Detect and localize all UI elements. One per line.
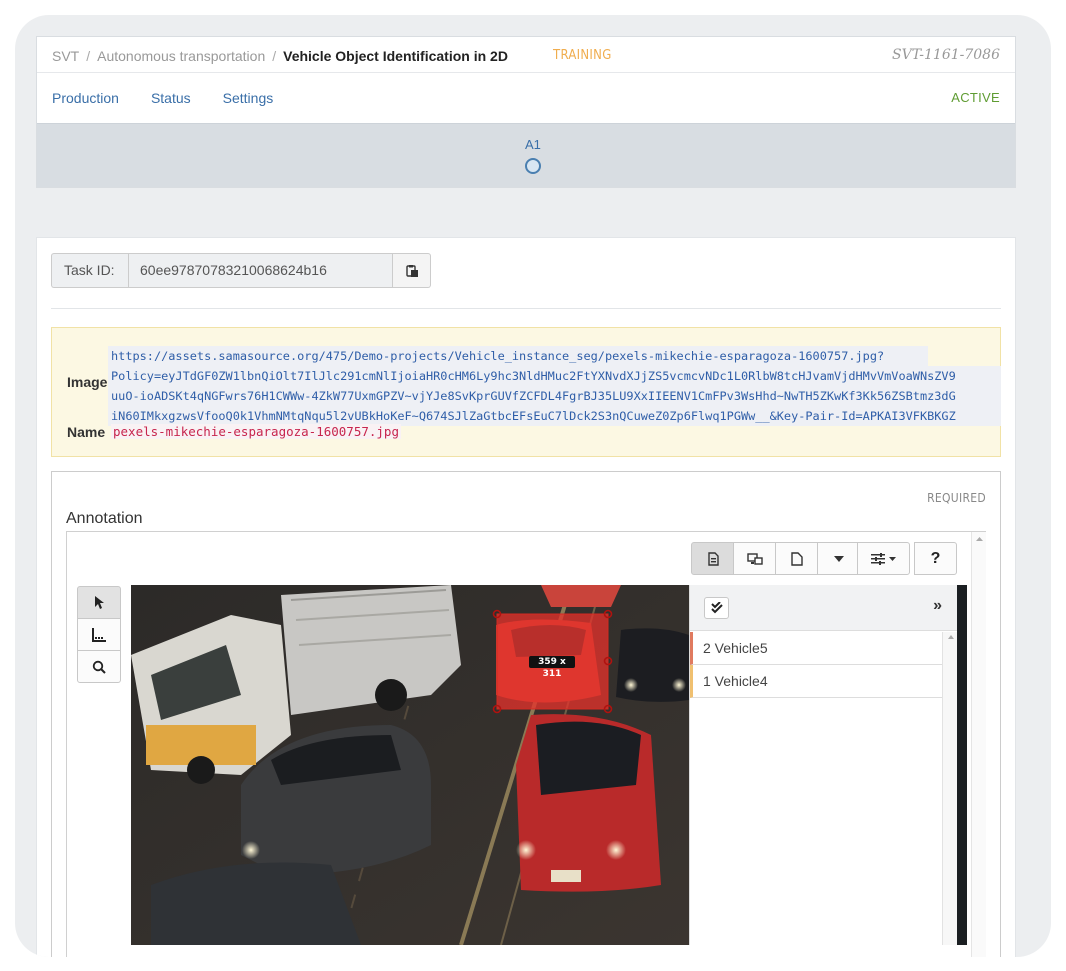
pointer-icon (95, 595, 104, 609)
annotation-section: REQUIRED Annotation ? 359 x 311 » 2 Vehi… (51, 471, 1001, 957)
mark-all-button[interactable] (704, 597, 729, 619)
zoom-tool[interactable] (77, 650, 121, 683)
required-label: REQUIRED (927, 491, 986, 505)
tool-palette (77, 586, 121, 683)
select-tool[interactable] (77, 586, 121, 619)
objects-list: 2 Vehicle5 1 Vehicle4 (690, 632, 942, 698)
sliders-icon (870, 552, 896, 565)
document-check-icon (707, 551, 719, 566)
view-document-button[interactable] (691, 542, 734, 575)
double-check-icon (710, 602, 723, 614)
object-item[interactable]: 2 Vehicle5 (690, 632, 942, 665)
image-url[interactable]: https://assets.samasource.org/475/Demo-p… (108, 346, 1001, 426)
image-label: Image (67, 374, 108, 390)
help-toolbar: ? (914, 542, 957, 575)
image-url-line: Policy=eyJTdGF0ZW1lbnQiOlt7IlJlc291cmNlI… (108, 366, 1001, 386)
project-header: SVT / Autonomous transportation / Vehicle Ob… (36, 36, 1016, 188)
traffic-photo (131, 585, 689, 945)
view-file-button[interactable] (775, 542, 818, 575)
settings-button[interactable] (857, 542, 910, 575)
image-canvas[interactable]: 359 x 311 (131, 585, 689, 945)
annotation-tool: ? 359 x 311 » 2 Vehicle5 1 Vehicle4 (66, 531, 986, 957)
image-url-line: uuO-ioADSKt4qNGFwrs76H1CWWw-4ZkW77UxmGPZ… (108, 386, 1001, 406)
breadcrumb-current: Vehicle Object Identification in 2D (283, 48, 508, 64)
divider (51, 308, 1001, 309)
breadcrumb-separator: / (272, 48, 277, 64)
magnifier-icon (92, 660, 106, 674)
objects-panel: » 2 Vehicle5 1 Vehicle4 (689, 585, 958, 945)
step-indicator[interactable] (525, 158, 541, 174)
help-button[interactable]: ? (914, 542, 957, 575)
name-label: Name (67, 424, 106, 440)
metadata-panel: Image https://assets.samasource.org/475/… (51, 327, 1001, 457)
objects-panel-header: » (690, 585, 958, 631)
view-dropdown-button[interactable] (817, 542, 860, 575)
annotation-title: Annotation (66, 510, 143, 527)
image-edge-strip (957, 585, 967, 945)
project-nav: Production Status Settings (52, 90, 273, 106)
workflow-stepbar: A1 (37, 123, 1015, 187)
nav-status[interactable]: Status (151, 90, 191, 106)
breadcrumb-root[interactable]: SVT (52, 48, 79, 64)
collapse-panel-icon[interactable]: » (933, 597, 942, 615)
divider (37, 72, 1015, 73)
task-id-group: Task ID: 60ee97870783210068624b16 (51, 253, 431, 288)
task-id-label: Task ID: (51, 253, 128, 288)
nav-production[interactable]: Production (52, 90, 119, 106)
training-badge: TRAINING (553, 48, 612, 63)
task-code: SVT-1161-7086 (892, 47, 1000, 63)
breadcrumb: SVT / Autonomous transportation / Vehicle Ob… (52, 48, 508, 64)
scroll-up-icon (976, 537, 983, 541)
measure-icon (92, 627, 106, 642)
help-icon: ? (930, 549, 941, 567)
app-frame: SVT / Autonomous transportation / Vehicle Ob… (15, 15, 1051, 957)
object-item[interactable]: 1 Vehicle4 (690, 665, 942, 698)
breadcrumb-project[interactable]: Autonomous transportation (97, 48, 265, 64)
tool-scrollbar[interactable] (971, 532, 986, 957)
box-size-label: 359 x 311 (538, 657, 566, 679)
settings-toolbar (857, 542, 910, 575)
image-url-line: https://assets.samasource.org/475/Demo-p… (108, 346, 928, 366)
view-toolbar (691, 542, 860, 575)
breadcrumb-separator: / (86, 48, 91, 64)
measure-tool[interactable] (77, 618, 121, 651)
task-card: Task ID: 60ee97870783210068624b16 Image … (36, 237, 1016, 957)
view-screens-button[interactable] (733, 542, 776, 575)
file-icon (790, 551, 803, 566)
screens-icon (746, 552, 763, 565)
clipboard-icon (405, 264, 418, 277)
copy-button[interactable] (393, 253, 431, 288)
active-badge: ACTIVE (951, 90, 1000, 105)
task-id-field[interactable]: 60ee97870783210068624b16 (128, 253, 393, 288)
image-url-line: iN60IMkxgzwsVfooQ0k1VhmNMtqNqu5l2vUBkHoK… (108, 406, 1001, 426)
page: SVT / Autonomous transportation / Vehicle Ob… (36, 36, 1016, 957)
file-name: pexels-mikechie-esparagoza-1600757.jpg (111, 424, 401, 439)
objects-scrollbar[interactable] (942, 632, 958, 945)
step-label: A1 (525, 137, 541, 152)
caret-down-icon (833, 555, 844, 562)
nav-settings[interactable]: Settings (223, 90, 274, 106)
